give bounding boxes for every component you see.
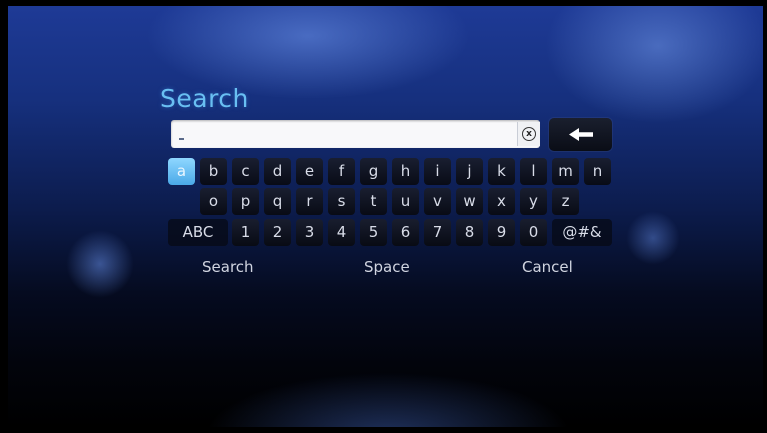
- key-4[interactable]: 4: [328, 219, 355, 246]
- backspace-arrow-icon: [569, 128, 593, 141]
- key-w[interactable]: w: [456, 188, 483, 215]
- key-abc[interactable]: ABC: [168, 219, 228, 246]
- space-button[interactable]: Space: [364, 258, 410, 276]
- key-8[interactable]: 8: [456, 219, 483, 246]
- key-f[interactable]: f: [328, 158, 355, 185]
- key-2[interactable]: 2: [264, 219, 291, 246]
- key-d[interactable]: d: [264, 158, 291, 185]
- key-b[interactable]: b: [200, 158, 227, 185]
- search-button[interactable]: Search: [202, 258, 254, 276]
- key-y[interactable]: y: [520, 188, 547, 215]
- key-l[interactable]: l: [520, 158, 547, 185]
- key-1[interactable]: 1: [232, 219, 259, 246]
- key-k[interactable]: k: [488, 158, 515, 185]
- clear-x-icon: x: [522, 127, 536, 141]
- key-u[interactable]: u: [392, 188, 419, 215]
- page-title: Search: [160, 84, 249, 113]
- search-input[interactable]: [171, 120, 540, 148]
- key-s[interactable]: s: [328, 188, 355, 215]
- key-q[interactable]: q: [264, 188, 291, 215]
- key-6[interactable]: 6: [392, 219, 419, 246]
- key-i[interactable]: i: [424, 158, 451, 185]
- key-z[interactable]: z: [552, 188, 579, 215]
- key-m[interactable]: m: [552, 158, 579, 185]
- key-9[interactable]: 9: [488, 219, 515, 246]
- key-c[interactable]: c: [232, 158, 259, 185]
- cancel-button[interactable]: Cancel: [522, 258, 573, 276]
- key-j[interactable]: j: [456, 158, 483, 185]
- backspace-button[interactable]: [549, 118, 612, 151]
- key-p[interactable]: p: [232, 188, 259, 215]
- key-g[interactable]: g: [360, 158, 387, 185]
- text-cursor: [179, 138, 184, 140]
- key-3[interactable]: 3: [296, 219, 323, 246]
- key-h[interactable]: h: [392, 158, 419, 185]
- key-7[interactable]: 7: [424, 219, 451, 246]
- key-t[interactable]: t: [360, 188, 387, 215]
- key-x[interactable]: x: [488, 188, 515, 215]
- key-n[interactable]: n: [584, 158, 611, 185]
- key-0[interactable]: 0: [520, 219, 547, 246]
- key-5[interactable]: 5: [360, 219, 387, 246]
- clear-button[interactable]: x: [517, 122, 540, 146]
- screen: Search x a b c d e f g h i j k l m n o p…: [8, 6, 763, 427]
- key-symbols[interactable]: @#&: [552, 219, 612, 246]
- key-r[interactable]: r: [296, 188, 323, 215]
- key-v[interactable]: v: [424, 188, 451, 215]
- key-o[interactable]: o: [200, 188, 227, 215]
- key-e[interactable]: e: [296, 158, 323, 185]
- key-a[interactable]: a: [168, 158, 195, 185]
